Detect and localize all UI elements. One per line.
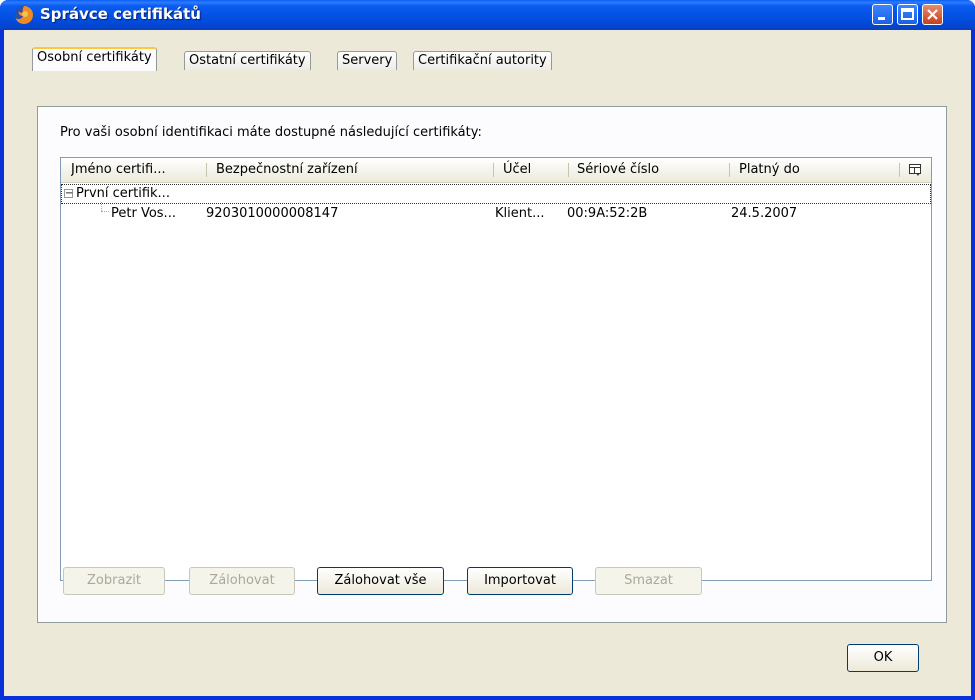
group-label: První certifik... — [76, 186, 170, 201]
tree-group-row[interactable]: − První certifik... — [61, 184, 931, 204]
column-separator[interactable] — [493, 163, 494, 177]
close-icon — [927, 9, 938, 20]
tab-servers[interactable]: Servery — [337, 51, 398, 70]
cell-name: Petr Vos... — [111, 206, 176, 221]
import-button[interactable]: Importovat — [467, 567, 573, 595]
minimize-icon — [878, 17, 885, 20]
column-header-purpose[interactable]: Účel — [503, 158, 563, 182]
tab-certificate-authorities[interactable]: Certifikační autority — [413, 51, 552, 70]
column-separator[interactable] — [568, 163, 569, 177]
tab-personal-certificates[interactable]: Osobní certifikáty — [32, 47, 157, 71]
delete-button[interactable]: Smazat — [595, 567, 702, 595]
maximize-icon — [901, 8, 914, 20]
column-header-device[interactable]: Bezpečnostní zařízení — [216, 158, 486, 182]
tree-header: Jméno certifi... Bezpečnostní zařízení Ú… — [61, 158, 931, 183]
column-header-serial[interactable]: Sériové číslo — [577, 158, 717, 182]
certificate-tree[interactable]: Jméno certifi... Bezpečnostní zařízení Ú… — [60, 157, 932, 581]
window-title: Správce certifikátů — [40, 5, 201, 23]
column-separator[interactable] — [729, 163, 730, 177]
backup-all-button[interactable]: Zálohovat vše — [317, 567, 444, 595]
column-picker-icon[interactable] — [909, 164, 921, 176]
table-row[interactable]: Petr Vos... 9203010000008147 Klient... 0… — [61, 204, 931, 224]
tab-panel-personal: Pro vaši osobní identifikaci máte dostup… — [37, 106, 947, 623]
column-separator[interactable] — [206, 163, 207, 177]
certificate-manager-window: Správce certifikátů Osobní certifikáty O… — [0, 0, 975, 700]
column-separator[interactable] — [899, 163, 900, 177]
minimize-button[interactable] — [872, 4, 893, 25]
cell-device: 9203010000008147 — [206, 206, 339, 221]
collapse-icon[interactable]: − — [64, 189, 73, 199]
cell-serial: 00:9A:52:2B — [567, 206, 648, 221]
cell-purpose: Klient... — [495, 206, 545, 221]
tab-other-certificates[interactable]: Ostatní certifikáty — [184, 51, 311, 70]
intro-text: Pro vaši osobní identifikaci máte dostup… — [60, 125, 482, 140]
cell-valid-to: 24.5.2007 — [731, 206, 798, 221]
backup-button[interactable]: Zálohovat — [189, 567, 295, 595]
column-header-name[interactable]: Jméno certifi... — [71, 158, 206, 182]
close-button[interactable] — [922, 4, 943, 25]
column-header-valid-to[interactable]: Platný do — [739, 158, 879, 182]
title-bar[interactable]: Správce certifikátů — [0, 0, 975, 30]
firefox-icon — [15, 6, 33, 24]
maximize-button[interactable] — [897, 4, 918, 25]
view-button[interactable]: Zobrazit — [63, 567, 165, 595]
ok-button[interactable]: OK — [847, 644, 919, 672]
